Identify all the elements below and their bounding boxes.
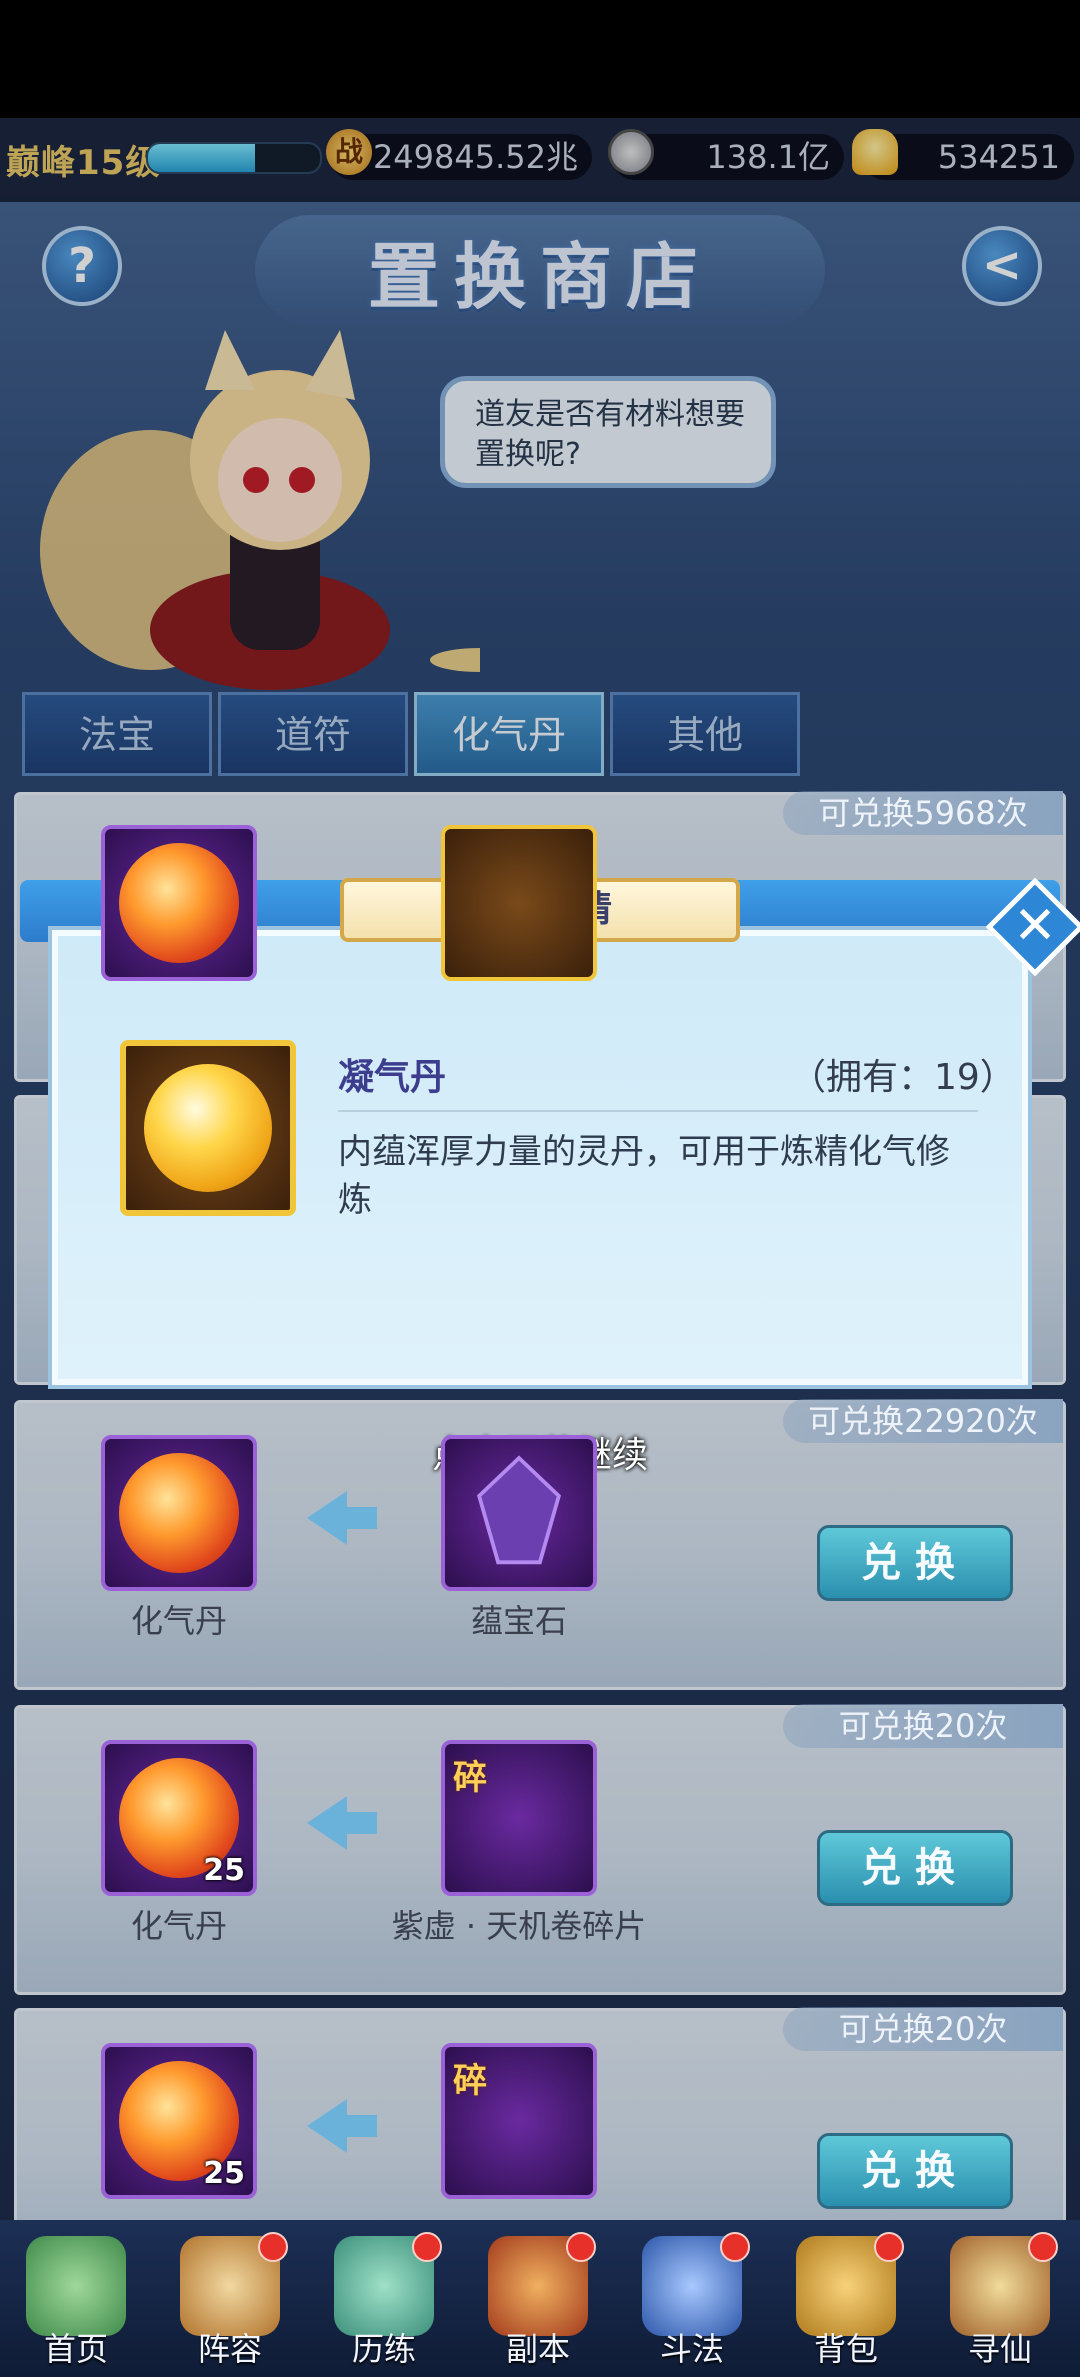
cost-item-slot[interactable]	[441, 1435, 597, 1591]
nav-item-1[interactable]: 阵容	[154, 2226, 306, 2376]
close-icon[interactable]: ✕	[1000, 892, 1070, 962]
cost-item-slot[interactable]: 碎	[441, 2043, 597, 2199]
nav-label: 斗法	[659, 2330, 724, 2368]
reward-item-slot[interactable]: 25	[101, 1740, 257, 1896]
nav-label: 背包	[813, 2330, 878, 2368]
nav-item-6[interactable]: 寻仙	[924, 2226, 1076, 2376]
arrow-left-icon	[307, 2099, 377, 2153]
exchange-count: 可兑换20次	[783, 2007, 1063, 2051]
notification-dot	[1028, 2232, 1058, 2262]
exchange-button[interactable]: 兑换	[817, 1525, 1013, 1601]
notification-dot	[720, 2232, 750, 2262]
reward-item-slot[interactable]	[101, 1435, 257, 1591]
nav-label: 副本	[505, 2330, 570, 2368]
reward-item-slot[interactable]	[101, 825, 257, 981]
nav-label: 历练	[351, 2330, 416, 2368]
exchange-count: 可兑换5968次	[783, 791, 1063, 835]
gemstone-icon	[477, 1455, 561, 1565]
nav-label: 寻仙	[967, 2330, 1032, 2368]
cost-item-name: 蕴宝石	[470, 1602, 567, 1640]
detail-description: 内蕴浑厚力量的灵丹，可用于炼精化气修炼	[338, 1132, 950, 1220]
detail-item-name: 凝气丹	[338, 1057, 447, 1098]
notification-dot	[874, 2232, 904, 2262]
item-quantity: 25	[203, 1853, 245, 1888]
cost-item-slot[interactable]: 碎	[441, 1740, 597, 1896]
nav-label: 阵容	[197, 2330, 262, 2368]
ningqidan-icon	[144, 1064, 272, 1192]
nav-item-4[interactable]: 斗法	[616, 2226, 768, 2376]
arrow-left-icon	[307, 1491, 377, 1545]
reward-item-name: 化气丹	[130, 1907, 227, 1945]
reward-item-name: 化气丹	[130, 1602, 227, 1640]
cost-item-name: 紫虚 · 天机卷碎片	[391, 1907, 647, 1945]
arrow-left-icon	[307, 1796, 377, 1850]
reward-item-slot[interactable]: 25	[101, 2043, 257, 2199]
nav-item-5[interactable]: 背包	[770, 2226, 922, 2376]
nav-label: 首页	[43, 2330, 108, 2368]
exchange-button[interactable]: 兑换	[817, 2133, 1013, 2209]
huaqidan-icon	[119, 843, 239, 963]
divider	[338, 1110, 978, 1112]
detail-owned-count: （拥有：19）	[790, 1057, 1016, 1098]
exchange-count: 可兑换22920次	[783, 1399, 1063, 1443]
exchange-button[interactable]: 兑换	[817, 1830, 1013, 1906]
detail-item-slot	[120, 1040, 296, 1216]
nav-item-0[interactable]: 首页	[0, 2226, 152, 2376]
home-icon	[26, 2236, 126, 2336]
huaqidan-icon	[119, 1453, 239, 1573]
nav-item-3[interactable]: 副本	[462, 2226, 614, 2376]
cost-item-slot[interactable]	[441, 825, 597, 981]
notification-dot	[566, 2232, 596, 2262]
notification-dot	[258, 2232, 288, 2262]
fragment-badge: 碎	[453, 1758, 487, 1798]
status-bar-area	[0, 0, 1080, 118]
item-quantity: 25	[203, 2156, 245, 2191]
fragment-badge: 碎	[453, 2061, 487, 2101]
exchange-count: 可兑换20次	[783, 1704, 1063, 1748]
notification-dot	[412, 2232, 442, 2262]
nav-item-2[interactable]: 历练	[308, 2226, 460, 2376]
